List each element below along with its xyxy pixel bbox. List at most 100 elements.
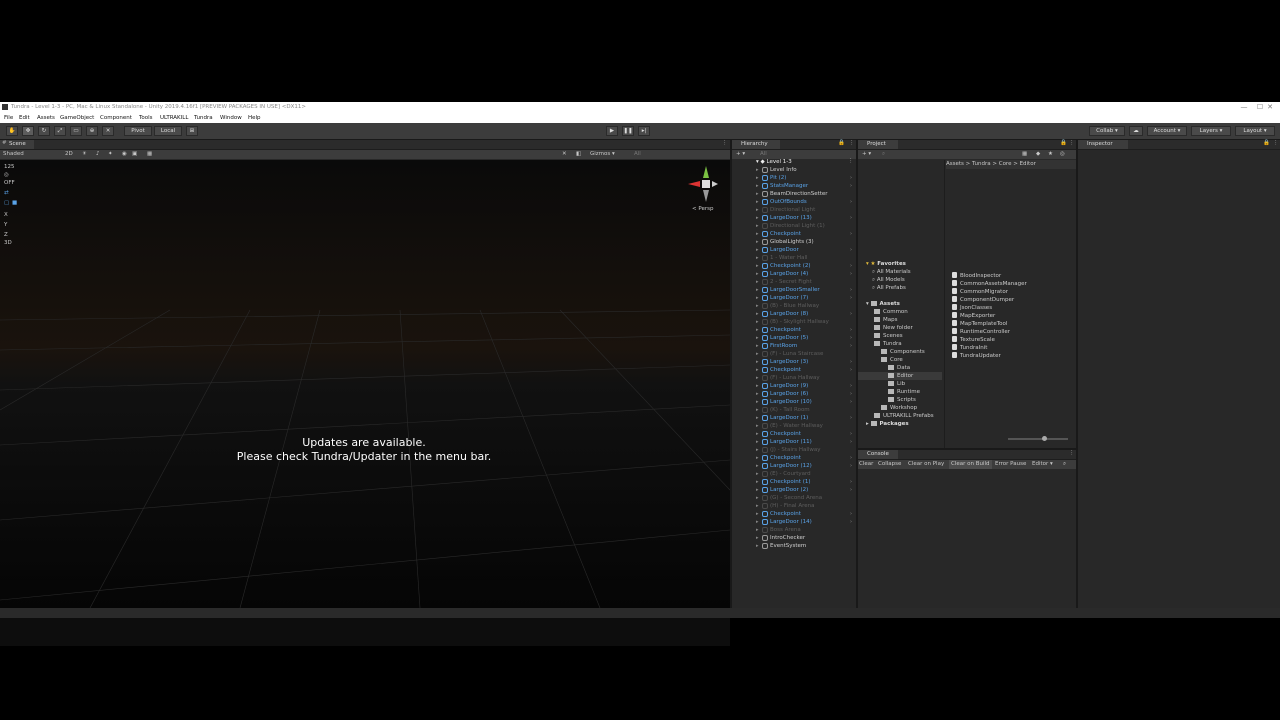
prefab-open-arrow-icon[interactable]: ›	[850, 462, 852, 470]
audio-icon[interactable]: ♪	[96, 151, 100, 157]
prefab-open-arrow-icon[interactable]: ›	[850, 390, 852, 398]
menu-tools[interactable]: Tools	[139, 113, 153, 123]
prefab-open-arrow-icon[interactable]: ›	[850, 366, 852, 374]
hierarchy-item[interactable]: LargeDoor (2)	[770, 486, 808, 494]
hierarchy-item[interactable]: (G) - Second Arena	[770, 494, 822, 502]
project-folder[interactable]: Editor	[888, 372, 913, 380]
expand-arrow-icon[interactable]: ▸	[756, 254, 759, 262]
prefab-open-arrow-icon[interactable]: ›	[850, 198, 852, 206]
expand-arrow-icon[interactable]: ▸	[756, 542, 759, 550]
hierarchy-item[interactable]: EventSystem	[770, 542, 806, 550]
prefab-open-arrow-icon[interactable]: ›	[850, 182, 852, 190]
expand-arrow-icon[interactable]: ▸	[756, 406, 759, 414]
console-menu-icon[interactable]: ⋮	[1069, 450, 1075, 456]
hierarchy-item[interactable]: 1 - Water Hall	[770, 254, 808, 262]
project-file[interactable]: TundraInit	[952, 344, 987, 352]
hierarchy-item[interactable]: (K) - Tall Room	[770, 406, 810, 414]
expand-arrow-icon[interactable]: ▸	[756, 358, 759, 366]
favorite-icon[interactable]: ★	[1048, 151, 1053, 157]
expand-arrow-icon[interactable]: ▸	[756, 454, 759, 462]
lock-icon[interactable]: 🔒	[838, 140, 845, 146]
prefab-open-arrow-icon[interactable]: ›	[850, 230, 852, 238]
hierarchy-item[interactable]: LargeDoor (1)	[770, 414, 808, 422]
expand-arrow-icon[interactable]: ▸	[756, 190, 759, 198]
hierarchy-item[interactable]: (H) - Final Arena	[770, 502, 814, 510]
cloud-icon[interactable]: ☁	[1129, 126, 1143, 136]
expand-arrow-icon[interactable]: ▸	[756, 278, 759, 286]
expand-arrow-icon[interactable]: ▸	[756, 390, 759, 398]
icon-size-slider[interactable]	[1008, 438, 1068, 440]
hierarchy-item[interactable]: Pit (2)	[770, 174, 786, 182]
gizmos-dropdown[interactable]: Gizmos ▾	[590, 151, 615, 157]
hierarchy-item[interactable]: IntroChecker	[770, 534, 805, 542]
account-dropdown[interactable]: Account ▾	[1147, 126, 1187, 136]
expand-arrow-icon[interactable]: ▸	[756, 174, 759, 182]
expand-arrow-icon[interactable]: ▸	[756, 318, 759, 326]
expand-arrow-icon[interactable]: ▸	[756, 470, 759, 478]
packages-header[interactable]: ▸ Packages	[866, 420, 909, 428]
hierarchy-item[interactable]: LargeDoor (8)	[770, 310, 808, 318]
transform-tool-icon[interactable]: ⊕	[86, 126, 98, 136]
prefab-open-arrow-icon[interactable]: ›	[850, 518, 852, 526]
hierarchy-item[interactable]: LargeDoor (3)	[770, 358, 808, 366]
expand-arrow-icon[interactable]: ▸	[756, 422, 759, 430]
hierarchy-item[interactable]: (J) - Stairs Hallway	[770, 446, 821, 454]
expand-arrow-icon[interactable]: ▸	[756, 534, 759, 542]
hierarchy-item[interactable]: Directional Light	[770, 206, 815, 214]
hierarchy-item[interactable]: (E) - Water Hallway	[770, 422, 823, 430]
hierarchy-menu-icon[interactable]: ⋮	[849, 140, 855, 146]
hidden-objects-icon[interactable]: ◉	[122, 151, 127, 157]
scale-tool-icon[interactable]: ⤢	[54, 126, 66, 136]
hierarchy-item[interactable]: GlobalLights (3)	[770, 238, 814, 246]
close-button[interactable]: ✕	[1260, 102, 1280, 113]
prefab-open-arrow-icon[interactable]: ›	[850, 486, 852, 494]
side-label-8[interactable]: Z	[4, 232, 8, 238]
expand-arrow-icon[interactable]: ▸	[756, 334, 759, 342]
hierarchy-item[interactable]: Checkpoint	[770, 230, 801, 238]
hierarchy-item[interactable]: Boss Arena	[770, 526, 801, 534]
side-label-3[interactable]: ⇄	[4, 190, 9, 196]
step-button-icon[interactable]: ▸|	[638, 126, 650, 136]
hierarchy-item[interactable]: FirstRoom	[770, 342, 797, 350]
prefab-open-arrow-icon[interactable]: ›	[850, 262, 852, 270]
tools-icon[interactable]: ✕	[562, 151, 567, 157]
expand-arrow-icon[interactable]: ▸	[756, 286, 759, 294]
project-file[interactable]: BloodInspector	[952, 272, 1001, 280]
project-lock-icon[interactable]: 🔒	[1060, 140, 1067, 146]
scene-root-item[interactable]: ▾ ◆ Level 1-3	[756, 158, 792, 166]
project-search-icon[interactable]: ⌕	[882, 151, 885, 158]
inspector-lock-icon[interactable]: 🔒	[1263, 140, 1270, 146]
hierarchy-item[interactable]: (B) - Skylight Hallway	[770, 318, 829, 326]
hierarchy-item[interactable]: LargeDoor (13)	[770, 214, 812, 222]
pause-button-icon[interactable]: ❚❚	[622, 126, 634, 136]
expand-arrow-icon[interactable]: ▸	[756, 518, 759, 526]
prefab-open-arrow-icon[interactable]: ›	[850, 214, 852, 222]
hierarchy-search[interactable]: All	[760, 151, 767, 157]
side-label-9[interactable]: 3D	[4, 240, 12, 246]
prefab-open-arrow-icon[interactable]: ›	[850, 358, 852, 366]
side-label-2[interactable]: OFF	[4, 180, 15, 186]
prefab-open-arrow-icon[interactable]: ›	[850, 334, 852, 342]
favorites-header[interactable]: ▾ ★ Favorites	[866, 260, 906, 268]
play-button-icon[interactable]: ▶	[606, 126, 618, 136]
expand-arrow-icon[interactable]: ▸	[756, 310, 759, 318]
prefab-open-arrow-icon[interactable]: ›	[850, 478, 852, 486]
side-label-6[interactable]: X	[4, 212, 8, 218]
hierarchy-item[interactable]: Checkpoint	[770, 430, 801, 438]
expand-arrow-icon[interactable]: ▸	[756, 502, 759, 510]
2d-toggle[interactable]: 2D	[65, 151, 73, 157]
prefab-open-arrow-icon[interactable]: ›	[850, 174, 852, 182]
scene-menu-icon[interactable]: ⋮	[848, 158, 854, 164]
side-label-7[interactable]: Y	[4, 222, 7, 228]
menu-ultrakill[interactable]: ULTRAKILL	[160, 113, 188, 123]
move-tool-icon[interactable]: ✥	[22, 126, 34, 136]
expand-arrow-icon[interactable]: ▸	[756, 398, 759, 406]
create-button[interactable]: + ▾	[736, 151, 745, 157]
side-label-4[interactable]: ▢	[4, 200, 9, 206]
tab-project[interactable]: Project	[858, 140, 898, 149]
prefab-open-arrow-icon[interactable]: ›	[850, 246, 852, 254]
expand-arrow-icon[interactable]: ▸	[756, 462, 759, 470]
project-folder[interactable]: Scenes	[874, 332, 903, 340]
prefab-open-arrow-icon[interactable]: ›	[850, 454, 852, 462]
expand-arrow-icon[interactable]: ▸	[756, 182, 759, 190]
